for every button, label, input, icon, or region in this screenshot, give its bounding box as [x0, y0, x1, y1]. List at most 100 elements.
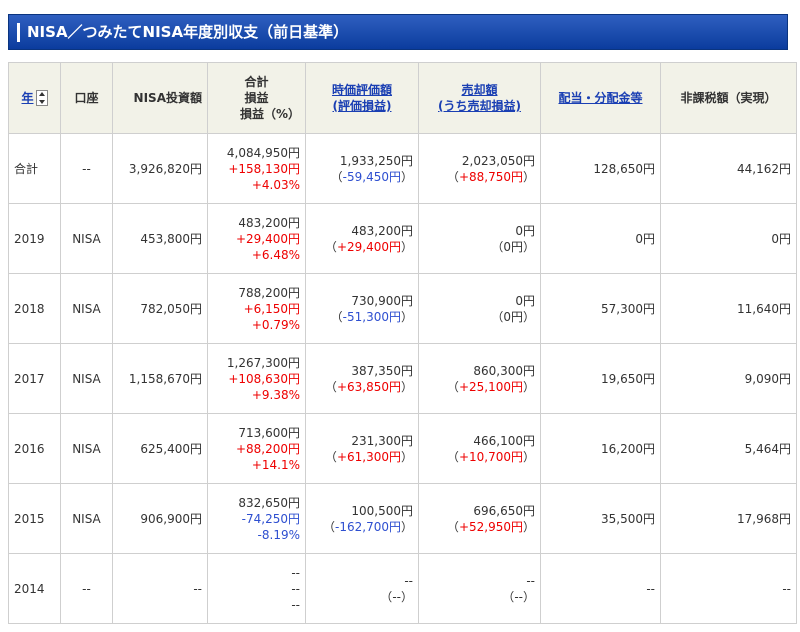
sale-value: 0円: [515, 223, 535, 238]
table-row: 2016 NISA 625,400円 713,600円 +88,200円 +14.1% 23…: [8, 413, 797, 484]
cell-account: --: [60, 133, 113, 204]
sort-sale-link[interactable]: 売却額: [424, 82, 535, 98]
sort-year-link[interactable]: 年: [21, 91, 33, 105]
header-total-line1: 合計: [244, 75, 269, 89]
valuation-value: 730,900円: [351, 293, 413, 308]
cell-year: 2016: [8, 413, 61, 484]
sort-sale-pl-link[interactable]: (うち売却損益): [424, 98, 535, 114]
header-year[interactable]: 年: [8, 62, 61, 134]
table-row: 合計 -- 3,926,820円 4,084,950円 +158,130円 +4.03% 1…: [8, 133, 797, 204]
sale-pl: +10,700円: [458, 449, 523, 464]
cell-dividend: 35,500円: [540, 483, 661, 554]
total-pl: --: [291, 581, 300, 596]
cell-valuation: -- （--）: [305, 553, 419, 624]
total-pl: +108,630円: [228, 371, 300, 386]
cell-account: NISA: [60, 273, 113, 344]
table-row: 2017 NISA 1,158,670円 1,267,300円 +108,630円 +9.…: [8, 343, 797, 414]
total-value: 788,200円: [238, 285, 300, 300]
section-title-bar: NISA／つみたてNISA年度別収支（前日基準）: [8, 14, 788, 50]
valuation-pl: +61,300円: [336, 449, 401, 464]
cell-dividend: 16,200円: [540, 413, 661, 484]
valuation-pl: -162,700円: [335, 519, 401, 534]
page-title: NISA／つみたてNISA年度別収支（前日基準）: [27, 23, 349, 41]
cell-valuation: 730,900円 （-51,300円）: [305, 273, 419, 344]
valuation-value: 231,300円: [351, 433, 413, 448]
total-pl-percent: --: [291, 597, 300, 612]
cell-invest: 3,926,820円: [112, 133, 208, 204]
total-pl-percent: -8.19%: [257, 527, 300, 542]
header-total: 合計 損益 損益（%）: [207, 62, 306, 134]
header-total-line2: 損益: [244, 91, 269, 105]
cell-invest: --: [112, 553, 208, 624]
total-pl-percent: +4.03%: [251, 177, 300, 192]
sort-valuation-pl-link[interactable]: (評価損益): [311, 98, 413, 114]
cell-total: 1,267,300円 +108,630円 +9.38%: [207, 343, 306, 414]
total-pl: +6,150円: [243, 301, 300, 316]
cell-account: --: [60, 553, 113, 624]
total-pl-percent: +9.38%: [251, 387, 300, 402]
cell-taxfree: 17,968円: [660, 483, 797, 554]
sort-dividend-link[interactable]: 配当・分配金等: [546, 90, 655, 106]
cell-sale: 466,100円 （+10,700円）: [418, 413, 541, 484]
cell-year: 合計: [8, 133, 61, 204]
cell-valuation: 100,500円 （-162,700円）: [305, 483, 419, 554]
valuation-value: 483,200円: [351, 223, 413, 238]
cell-total: 832,650円 -74,250円 -8.19%: [207, 483, 306, 554]
cell-total: 483,200円 +29,400円 +6.48%: [207, 203, 306, 274]
cell-year: 2018: [8, 273, 61, 344]
total-value: 1,267,300円: [226, 355, 300, 370]
valuation-pl: +63,850円: [336, 379, 401, 394]
table-row: 2019 NISA 453,800円 483,200円 +29,400円 +6.48% 48…: [8, 203, 797, 274]
cell-year: 2015: [8, 483, 61, 554]
sort-toggle-icon[interactable]: [35, 90, 48, 107]
sale-pl: 0円: [503, 239, 523, 254]
cell-taxfree: 9,090円: [660, 343, 797, 414]
valuation-pl: -51,300円: [342, 309, 401, 324]
total-pl: -74,250円: [241, 511, 300, 526]
valuation-value: --: [404, 573, 413, 588]
cell-taxfree: 5,464円: [660, 413, 797, 484]
cell-account: NISA: [60, 483, 113, 554]
total-pl-percent: +6.48%: [251, 247, 300, 262]
cell-valuation: 231,300円 （+61,300円）: [305, 413, 419, 484]
valuation-value: 100,500円: [351, 503, 413, 518]
valuation-pl: +29,400円: [336, 239, 401, 254]
cell-invest: 625,400円: [112, 413, 208, 484]
cell-taxfree: 44,162円: [660, 133, 797, 204]
cell-valuation: 387,350円 （+63,850円）: [305, 343, 419, 414]
cell-invest: 453,800円: [112, 203, 208, 274]
cell-sale: 2,023,050円 （+88,750円）: [418, 133, 541, 204]
table-row: 2018 NISA 782,050円 788,200円 +6,150円 +0.79% 730…: [8, 273, 797, 344]
cell-invest: 1,158,670円: [112, 343, 208, 414]
sale-pl: --: [514, 589, 523, 604]
header-sale[interactable]: 売却額 (うち売却損益): [418, 62, 541, 134]
cell-sale: 0円 （0円）: [418, 203, 541, 274]
cell-dividend: 128,650円: [540, 133, 661, 204]
header-dividend[interactable]: 配当・分配金等: [540, 62, 661, 134]
sort-valuation-link[interactable]: 時価評価額: [311, 82, 413, 98]
sale-value: 696,650円: [473, 503, 535, 518]
total-value: 4,084,950円: [226, 145, 300, 160]
cell-dividend: 19,650円: [540, 343, 661, 414]
total-pl-percent: +0.79%: [251, 317, 300, 332]
sale-value: --: [526, 573, 535, 588]
cell-taxfree: 11,640円: [660, 273, 797, 344]
header-total-line3: 損益（%）: [239, 107, 300, 121]
total-value: 832,650円: [238, 495, 300, 510]
cell-taxfree: 0円: [660, 203, 797, 274]
header-valuation[interactable]: 時価評価額 (評価損益): [305, 62, 419, 134]
valuation-pl: -59,450円: [342, 169, 401, 184]
cell-account: NISA: [60, 343, 113, 414]
sale-value: 0円: [515, 293, 535, 308]
cell-sale: 696,650円 （+52,950円）: [418, 483, 541, 554]
table-row: 2015 NISA 906,900円 832,650円 -74,250円 -8.19% 10…: [8, 483, 797, 554]
cell-year: 2017: [8, 343, 61, 414]
total-pl-percent: +14.1%: [251, 457, 300, 472]
cell-account: NISA: [60, 413, 113, 484]
total-value: --: [291, 565, 300, 580]
valuation-value: 387,350円: [351, 363, 413, 378]
sale-value: 466,100円: [473, 433, 535, 448]
cell-sale: 0円 （0円）: [418, 273, 541, 344]
cell-sale: 860,300円 （+25,100円）: [418, 343, 541, 414]
cell-year: 2019: [8, 203, 61, 274]
